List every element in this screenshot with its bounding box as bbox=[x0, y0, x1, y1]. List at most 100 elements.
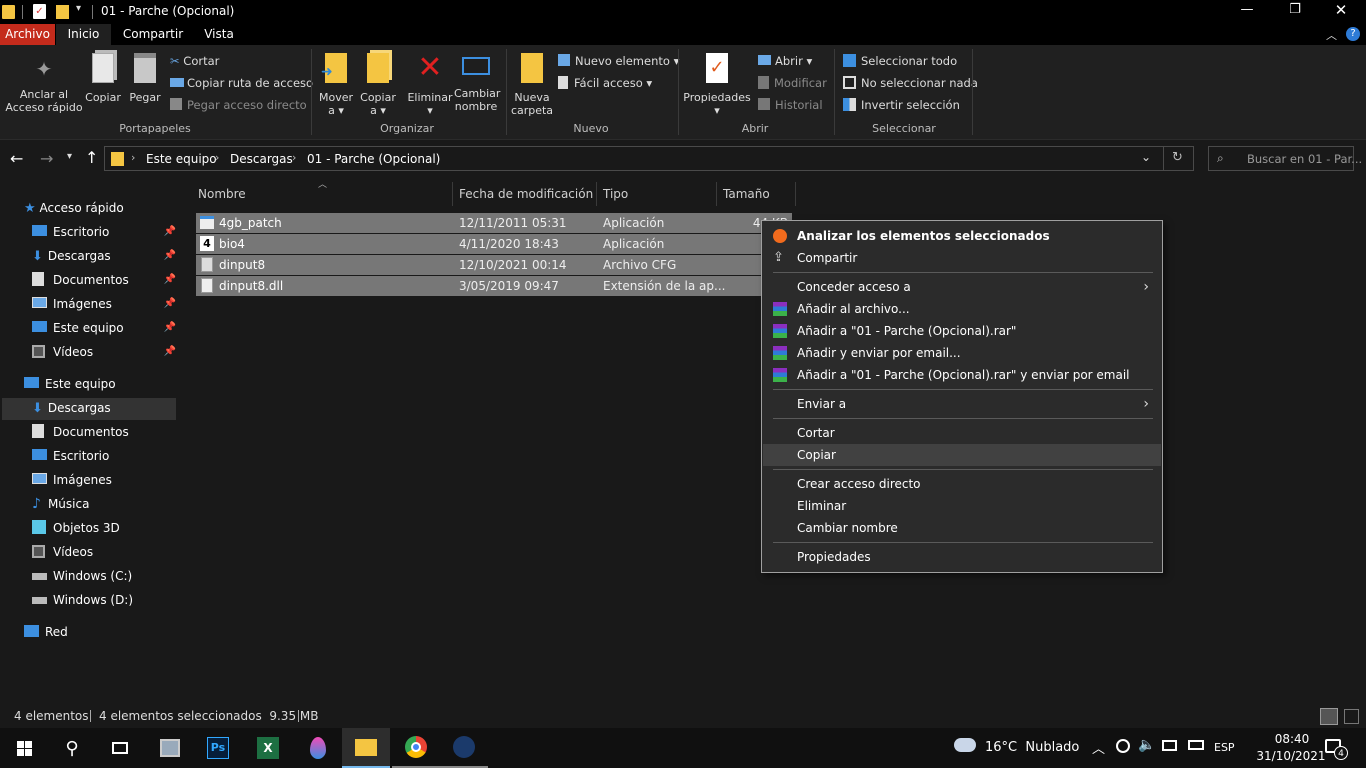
network-tray-icon[interactable] bbox=[1162, 740, 1177, 751]
taskbar-app-steam[interactable] bbox=[440, 728, 488, 768]
forward-button[interactable]: → bbox=[40, 149, 53, 168]
taskbar-app-file-explorer[interactable] bbox=[342, 728, 390, 768]
menu-item-crear-acceso[interactable]: Crear acceso directo bbox=[763, 473, 1161, 495]
maximize-button[interactable]: ❐ bbox=[1280, 2, 1310, 17]
copy-to-button[interactable]: Copiar a ▾ bbox=[358, 53, 398, 117]
clock-time[interactable]: 08:40 bbox=[1264, 732, 1320, 746]
file-row[interactable]: dinput8 12/10/2021 00:14 Archivo CFG bbox=[196, 255, 792, 275]
nav-pc-windows-d[interactable]: Windows (D:) bbox=[32, 588, 176, 612]
paste-shortcut-button[interactable]: Pegar acceso directo bbox=[170, 95, 307, 115]
menu-item-copiar[interactable]: Copiar bbox=[763, 444, 1161, 466]
menu-item-analizar[interactable]: Analizar los elementos seleccionados bbox=[763, 225, 1161, 247]
file-row[interactable]: 4gb_patch 12/11/2011 05:31 Aplicación 44… bbox=[196, 213, 792, 233]
close-button[interactable]: ✕ bbox=[1326, 1, 1356, 19]
help-icon[interactable]: ? bbox=[1346, 27, 1360, 41]
column-header-fecha[interactable]: Fecha de modificación bbox=[459, 182, 597, 206]
nav-pc-imagenes[interactable]: Imágenes bbox=[32, 468, 176, 492]
nav-pc-escritorio[interactable]: Escritorio bbox=[32, 444, 176, 468]
tab-compartir[interactable]: Compartir bbox=[114, 24, 192, 45]
cut-button[interactable]: ✂ Cortar bbox=[170, 51, 219, 71]
open-button[interactable]: Abrir ▾ bbox=[758, 51, 812, 71]
details-view-button[interactable] bbox=[1320, 708, 1338, 725]
menu-item-eliminar[interactable]: Eliminar bbox=[763, 495, 1161, 517]
back-button[interactable]: ← bbox=[10, 149, 23, 168]
copy-path-button[interactable]: Copiar ruta de acceso bbox=[170, 73, 313, 93]
copy-button[interactable]: Copiar bbox=[84, 53, 122, 104]
taskbar-app-paint[interactable] bbox=[294, 728, 342, 768]
new-folder-quick-icon[interactable] bbox=[56, 5, 69, 19]
nav-pc-musica[interactable]: ♪ Música bbox=[32, 492, 176, 516]
edit-button[interactable]: Modificar bbox=[758, 73, 827, 93]
nav-acceso-rapido[interactable]: ★ Acceso rápido bbox=[24, 196, 174, 220]
nav-pc-descargas[interactable]: ⬇ Descargas bbox=[32, 396, 176, 420]
history-button[interactable]: Historial bbox=[758, 95, 823, 115]
properties-quick-icon[interactable]: ✓ bbox=[33, 4, 46, 19]
file-row[interactable]: 4 bio4 4/11/2020 18:43 Aplicación 8,9 bbox=[196, 234, 792, 254]
menu-item-propiedades[interactable]: Propiedades bbox=[763, 546, 1161, 568]
properties-button[interactable]: ✓ Propiedades ▾ bbox=[682, 53, 752, 117]
column-header-tipo[interactable]: Tipo bbox=[603, 182, 715, 206]
move-to-button[interactable]: ➜ Mover a ▾ bbox=[316, 53, 356, 117]
menu-item-cambiar-nombre[interactable]: Cambiar nombre bbox=[763, 517, 1161, 539]
nav-quick-escritorio[interactable]: Escritorio 📌 bbox=[32, 220, 176, 244]
nav-quick-este-equipo[interactable]: Este equipo 📌 bbox=[32, 316, 176, 340]
tab-inicio[interactable]: Inicio bbox=[56, 24, 111, 45]
menu-item-compartir[interactable]: ⇪ Compartir bbox=[763, 247, 1161, 269]
refresh-icon[interactable]: ↻ bbox=[1172, 150, 1183, 165]
menu-item-conceder-acceso[interactable]: Conceder acceso a › bbox=[763, 276, 1161, 298]
volume-icon[interactable]: 🔈 bbox=[1138, 737, 1155, 753]
new-folder-button[interactable]: Nueva carpeta bbox=[510, 53, 554, 117]
language-indicator[interactable]: ESP bbox=[1214, 741, 1235, 754]
delete-button[interactable]: ✕ Eliminar ▾ bbox=[406, 53, 454, 118]
nav-pc-objetos-3d[interactable]: Objetos 3D bbox=[32, 516, 176, 540]
recent-locations-chevron-icon[interactable]: ▾ bbox=[67, 151, 72, 162]
address-dropdown-chevron-icon[interactable]: ⌄ bbox=[1141, 150, 1151, 164]
nav-pc-videos[interactable]: Vídeos bbox=[32, 540, 176, 564]
taskbar-app-photos[interactable] bbox=[146, 728, 194, 768]
breadcrumb-current[interactable]: 01 - Parche (Opcional) bbox=[307, 152, 440, 166]
menu-item-anadir-email[interactable]: Añadir y enviar por email... bbox=[763, 342, 1161, 364]
rename-button[interactable]: Cambiar nombre bbox=[454, 53, 500, 113]
start-button[interactable] bbox=[0, 728, 48, 768]
invert-selection-button[interactable]: Invertir selección bbox=[843, 95, 960, 115]
battery-icon[interactable] bbox=[1188, 740, 1204, 750]
file-row[interactable]: dinput8.dll 3/05/2019 09:47 Extensión de… bbox=[196, 276, 792, 296]
taskbar-app-chrome[interactable] bbox=[392, 728, 440, 768]
nav-pc-windows-c[interactable]: Windows (C:) bbox=[32, 564, 176, 588]
up-button[interactable]: ↑ bbox=[85, 148, 98, 167]
menu-item-enviar-a[interactable]: Enviar a › bbox=[763, 393, 1161, 415]
large-icons-view-button[interactable] bbox=[1344, 709, 1359, 724]
quick-access-dropdown-icon[interactable]: ▾ bbox=[76, 3, 81, 14]
taskbar-app-photoshop[interactable]: Ps bbox=[194, 728, 242, 768]
tab-vista[interactable]: Vista bbox=[195, 24, 243, 45]
search-button[interactable]: ⚲ bbox=[48, 728, 96, 768]
menu-item-cortar[interactable]: Cortar bbox=[763, 422, 1161, 444]
weather-text[interactable]: 16°C Nublado bbox=[985, 740, 1079, 755]
nav-quick-imagenes[interactable]: Imágenes 📌 bbox=[32, 292, 176, 316]
task-view-button[interactable] bbox=[96, 728, 144, 768]
clock-date[interactable]: 31/10/2021 bbox=[1256, 749, 1326, 763]
pin-quick-access-button[interactable]: ✦ Anclar al Acceso rápido bbox=[4, 57, 84, 114]
show-hidden-icons-chevron-icon[interactable]: ︿ bbox=[1092, 738, 1105, 757]
nav-red[interactable]: Red bbox=[24, 620, 174, 644]
new-item-button[interactable]: Nuevo elemento ▾ bbox=[558, 51, 679, 71]
nav-este-equipo[interactable]: Este equipo bbox=[24, 372, 174, 396]
nav-quick-videos[interactable]: Vídeos 📌 bbox=[32, 340, 176, 364]
collapse-ribbon-icon[interactable]: ︿ bbox=[1326, 27, 1337, 43]
steam-tray-icon[interactable] bbox=[1116, 739, 1130, 753]
breadcrumb-descargas[interactable]: Descargas bbox=[230, 152, 293, 166]
select-all-button[interactable]: Seleccionar todo bbox=[843, 51, 957, 71]
nav-quick-documentos[interactable]: Documentos 📌 bbox=[32, 268, 176, 292]
minimize-button[interactable]: — bbox=[1232, 2, 1262, 17]
menu-item-anadir-rar[interactable]: Añadir a "01 - Parche (Opcional).rar" bbox=[763, 320, 1161, 342]
column-header-nombre[interactable]: Nombre bbox=[198, 182, 450, 206]
select-none-button[interactable]: No seleccionar nada bbox=[843, 73, 978, 93]
paste-button[interactable]: Pegar bbox=[126, 53, 164, 104]
easy-access-button[interactable]: Fácil acceso ▾ bbox=[558, 73, 652, 93]
address-bar[interactable]: › Este equipo › Descargas › 01 - Parche … bbox=[104, 146, 1194, 171]
column-header-tamano[interactable]: Tamaño bbox=[723, 182, 793, 206]
taskbar-app-excel[interactable]: X bbox=[244, 728, 292, 768]
menu-item-anadir-archivo[interactable]: Añadir al archivo... bbox=[763, 298, 1161, 320]
tab-archivo[interactable]: Archivo bbox=[0, 24, 55, 45]
search-box[interactable]: ⌕ Buscar en 01 - Par... bbox=[1208, 146, 1362, 171]
